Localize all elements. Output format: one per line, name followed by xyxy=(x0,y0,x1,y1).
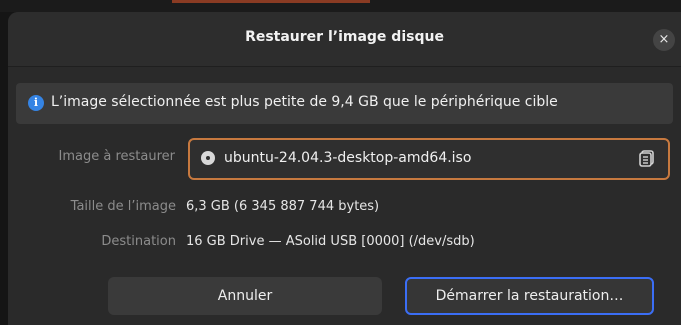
destination-value: 16 GB Drive — ASolid USB [0000] (/dev/sd… xyxy=(186,234,475,249)
start-restore-button[interactable]: Démarrer la restauration… xyxy=(405,277,654,315)
image-label: Image à restaurer xyxy=(58,149,175,164)
image-size-value: 6,3 GB (6 345 887 744 bytes) xyxy=(186,199,380,214)
info-icon: i xyxy=(28,95,44,111)
browse-files-icon[interactable] xyxy=(638,149,656,167)
cancel-button[interactable]: Annuler xyxy=(108,277,382,315)
destination-label: Destination xyxy=(101,234,176,249)
close-icon: × xyxy=(658,32,670,47)
info-bar: i L’image sélectionnée est plus petite d… xyxy=(16,83,673,124)
image-file-chooser[interactable]: ubuntu-24.04.3-desktop-amd64.iso xyxy=(188,138,670,180)
info-message: L’image sélectionnée est plus petite de … xyxy=(51,94,558,110)
dialog-header: Restaurer l’image disque × xyxy=(8,12,681,67)
image-file-name: ubuntu-24.04.3-desktop-amd64.iso xyxy=(224,150,472,166)
close-button[interactable]: × xyxy=(653,29,675,51)
image-size-label: Taille de l’image xyxy=(70,199,176,214)
window-top-strip xyxy=(0,0,681,12)
disc-image-icon xyxy=(201,151,215,165)
restore-disk-image-dialog: Restaurer l’image disque × i L’image sél… xyxy=(8,12,681,325)
active-tab-accent xyxy=(172,0,370,3)
dialog-title: Restaurer l’image disque xyxy=(245,29,444,45)
